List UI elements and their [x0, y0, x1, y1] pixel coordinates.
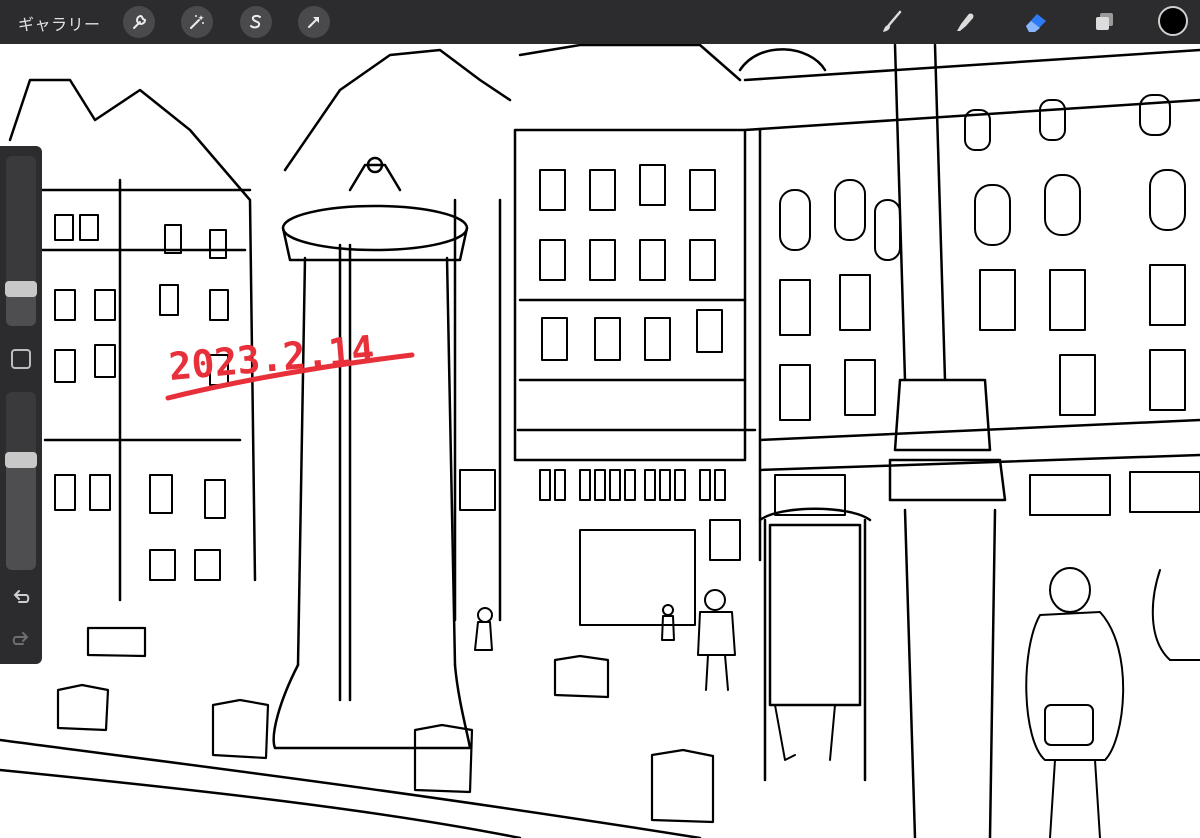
undo-icon[interactable] — [10, 586, 32, 608]
smudge-icon — [957, 13, 974, 31]
opacity-slider[interactable] — [6, 392, 36, 570]
selection-button[interactable] — [240, 6, 272, 38]
brush-size-slider[interactable] — [6, 156, 36, 326]
transform-arrow-icon — [308, 17, 319, 28]
wrench-icon — [133, 14, 147, 29]
handwritten-date: 2023.2.14 — [165, 327, 415, 401]
line-art-drawing: 2023.2.14 — [0, 44, 1200, 838]
eraser-tool-button[interactable] — [1020, 6, 1052, 38]
selection-s-icon — [250, 14, 261, 29]
brush-size-thumb[interactable] — [5, 280, 37, 297]
layers-icon — [1096, 13, 1113, 30]
side-toolbar — [0, 146, 42, 664]
actions-button[interactable] — [123, 6, 155, 38]
layers-button[interactable] — [1089, 6, 1121, 38]
transform-button[interactable] — [298, 6, 330, 38]
eraser-icon — [1026, 14, 1046, 32]
date-text: 2023.2.14 — [167, 327, 376, 389]
color-picker-button[interactable] — [1158, 6, 1188, 36]
redo-icon[interactable] — [10, 628, 32, 650]
modify-button[interactable] — [11, 349, 31, 369]
top-toolbar: ギャラリー — [0, 0, 1200, 44]
adjustments-button[interactable] — [181, 6, 213, 38]
opacity-fill — [6, 459, 36, 570]
smudge-tool-button[interactable] — [949, 6, 981, 38]
magic-wand-icon — [190, 15, 204, 29]
gallery-button[interactable]: ギャラリー — [18, 11, 101, 35]
brush-tool-button[interactable] — [876, 6, 908, 38]
brush-icon — [883, 10, 902, 32]
drawing-canvas[interactable]: 2023.2.14 — [0, 44, 1200, 838]
opacity-thumb[interactable] — [5, 451, 37, 468]
